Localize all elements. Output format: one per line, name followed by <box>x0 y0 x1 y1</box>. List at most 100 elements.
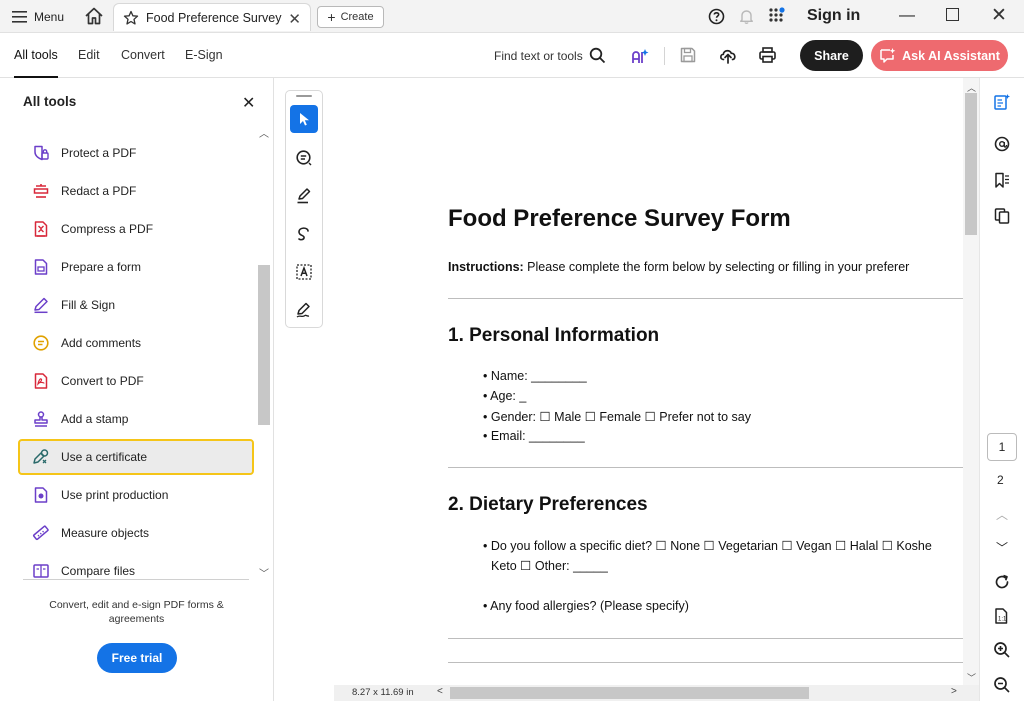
text-box-tool-icon[interactable] <box>290 258 318 286</box>
print-icon[interactable] <box>758 46 777 64</box>
ai-sparkle-icon <box>880 48 896 63</box>
current-page-input[interactable]: 1 <box>987 433 1017 461</box>
maximize-icon[interactable] <box>946 8 959 21</box>
share-button[interactable]: Share <box>800 40 863 71</box>
tab-convert[interactable]: Convert <box>121 48 165 62</box>
pen-icon <box>34 297 48 314</box>
hamburger-icon <box>12 11 27 23</box>
stamp-icon <box>34 411 48 427</box>
toolbar-divider <box>664 47 665 65</box>
create-button[interactable]: + Create <box>317 6 384 28</box>
tool-redact-pdf[interactable]: Redact a PDF <box>18 173 254 209</box>
horizontal-scrollbar-thumb[interactable] <box>450 687 809 699</box>
ai-assistant-button[interactable]: Ask AI Assistant <box>871 40 1008 71</box>
close-tab-icon[interactable]: ✕ <box>288 10 301 28</box>
close-panel-icon[interactable]: ✕ <box>242 93 255 113</box>
star-icon[interactable] <box>123 10 139 26</box>
previous-page-icon[interactable]: ︿ <box>996 506 1008 523</box>
tool-convert-to-pdf[interactable]: Convert to PDF <box>18 363 254 399</box>
select-tool-icon[interactable] <box>290 105 318 133</box>
bell-icon[interactable] <box>738 8 755 25</box>
tab-all-tools[interactable]: All tools <box>14 48 58 78</box>
tool-add-comments[interactable]: Add comments <box>18 325 254 361</box>
title-bar: Menu Food Preference Survey ... ✕ + Crea… <box>0 0 1024 33</box>
tool-label: Fill & Sign <box>61 298 116 312</box>
save-icon[interactable] <box>679 46 697 64</box>
tool-add-stamp[interactable]: Add a stamp <box>18 401 254 437</box>
comments-panel-icon[interactable] <box>992 134 1012 154</box>
panel-scrollbar-thumb[interactable] <box>258 265 270 425</box>
tool-compare-files[interactable]: Compare files <box>18 553 254 579</box>
list-item: • Do you follow a specific diet? ☐ None … <box>483 539 932 553</box>
tab-e-sign[interactable]: E-Sign <box>185 48 223 62</box>
document-page[interactable]: Food Preference Survey Form Instructions… <box>334 78 963 685</box>
draw-tool-icon[interactable] <box>290 220 318 248</box>
tool-prepare-form[interactable]: Prepare a form <box>18 249 254 285</box>
ai-assistant-label: Ask AI Assistant <box>902 48 1000 63</box>
cloud-upload-icon[interactable] <box>718 46 738 64</box>
section-divider <box>448 298 963 299</box>
scroll-up-icon[interactable]: ︿ <box>259 125 269 140</box>
all-tools-panel: All tools ✕ Protect a PDF Redact a PDF C… <box>0 78 274 701</box>
ai-tools-icon[interactable] <box>630 46 650 66</box>
find-tools-button[interactable]: Find text or tools <box>494 47 606 64</box>
menu-button[interactable]: Menu <box>12 6 64 28</box>
apps-grid-icon[interactable] <box>768 7 786 25</box>
minimize-icon[interactable]: — <box>899 7 915 25</box>
tool-protect-pdf[interactable]: Protect a PDF <box>18 135 254 171</box>
tool-print-production[interactable]: Use print production <box>18 477 254 513</box>
copy-pages-icon[interactable] <box>992 206 1012 226</box>
ai-summary-icon[interactable] <box>992 92 1012 112</box>
panel-title: All tools <box>23 94 77 109</box>
tool-label: Measure objects <box>61 526 150 540</box>
tool-label: Prepare a form <box>61 260 142 274</box>
tool-list: Protect a PDF Redact a PDF Compress a PD… <box>0 135 257 579</box>
rotate-icon[interactable] <box>992 572 1012 592</box>
sign-in-link[interactable]: Sign in <box>807 7 860 25</box>
free-trial-button[interactable]: Free trial <box>97 643 177 673</box>
comment-tool-icon[interactable] <box>290 144 318 172</box>
list-item: • Any food allergies? (Please specify) <box>483 599 689 613</box>
menu-label: Menu <box>34 10 65 24</box>
bookmarks-icon[interactable] <box>992 170 1012 190</box>
vertical-scrollbar-thumb[interactable] <box>965 93 977 235</box>
scroll-left-icon[interactable]: < <box>437 686 443 697</box>
comment-icon <box>33 335 49 351</box>
tool-fill-sign[interactable]: Fill & Sign <box>18 287 254 323</box>
form-icon <box>34 259 48 275</box>
section-heading: 1. Personal Information <box>448 325 660 346</box>
list-item: • Name: ________ <box>483 369 587 383</box>
tab-edit[interactable]: Edit <box>78 48 100 62</box>
compare-icon <box>33 564 49 578</box>
zoom-in-icon[interactable] <box>992 640 1012 660</box>
next-page-icon[interactable]: ﹀ <box>996 539 1008 556</box>
window-close-icon[interactable]: ✕ <box>991 4 1007 27</box>
quick-tools-rail <box>285 90 323 328</box>
scroll-right-icon[interactable]: > <box>951 686 957 697</box>
sign-tool-icon[interactable] <box>290 296 318 324</box>
tool-compress-pdf[interactable]: Compress a PDF <box>18 211 254 247</box>
tool-measure-objects[interactable]: Measure objects <box>18 515 254 551</box>
tool-use-certificate[interactable]: Use a certificate <box>18 439 254 475</box>
instructions-label: Instructions: <box>448 260 524 274</box>
panel-divider <box>23 579 249 580</box>
right-rail: 1 2 ︿ ﹀ 1:1 <box>979 78 1024 701</box>
document-status-bar: 8.27 x 11.69 in < > <box>334 685 979 701</box>
main-toolbar: All tools Edit Convert E-Sign Find text … <box>0 33 1024 78</box>
home-icon[interactable] <box>84 6 106 28</box>
scroll-down-icon[interactable]: ﹀ <box>967 671 976 684</box>
drag-handle[interactable] <box>296 95 312 97</box>
list-item: • Email: ________ <box>483 429 585 443</box>
tool-label: Use print production <box>61 488 169 502</box>
print-production-icon <box>34 487 48 503</box>
section-divider <box>448 638 963 639</box>
tool-label: Protect a PDF <box>61 146 137 160</box>
document-tab[interactable]: Food Preference Survey ... ✕ <box>113 3 311 31</box>
document-vertical-scrollbar[interactable]: ︿ ﹀ <box>963 78 979 685</box>
help-icon[interactable] <box>708 8 725 25</box>
tool-label: Compare files <box>61 564 136 578</box>
zoom-out-icon[interactable] <box>992 675 1012 695</box>
scroll-down-icon[interactable]: ﹀ <box>259 565 269 580</box>
highlight-tool-icon[interactable] <box>290 182 318 210</box>
fit-page-icon[interactable]: 1:1 <box>992 606 1012 626</box>
